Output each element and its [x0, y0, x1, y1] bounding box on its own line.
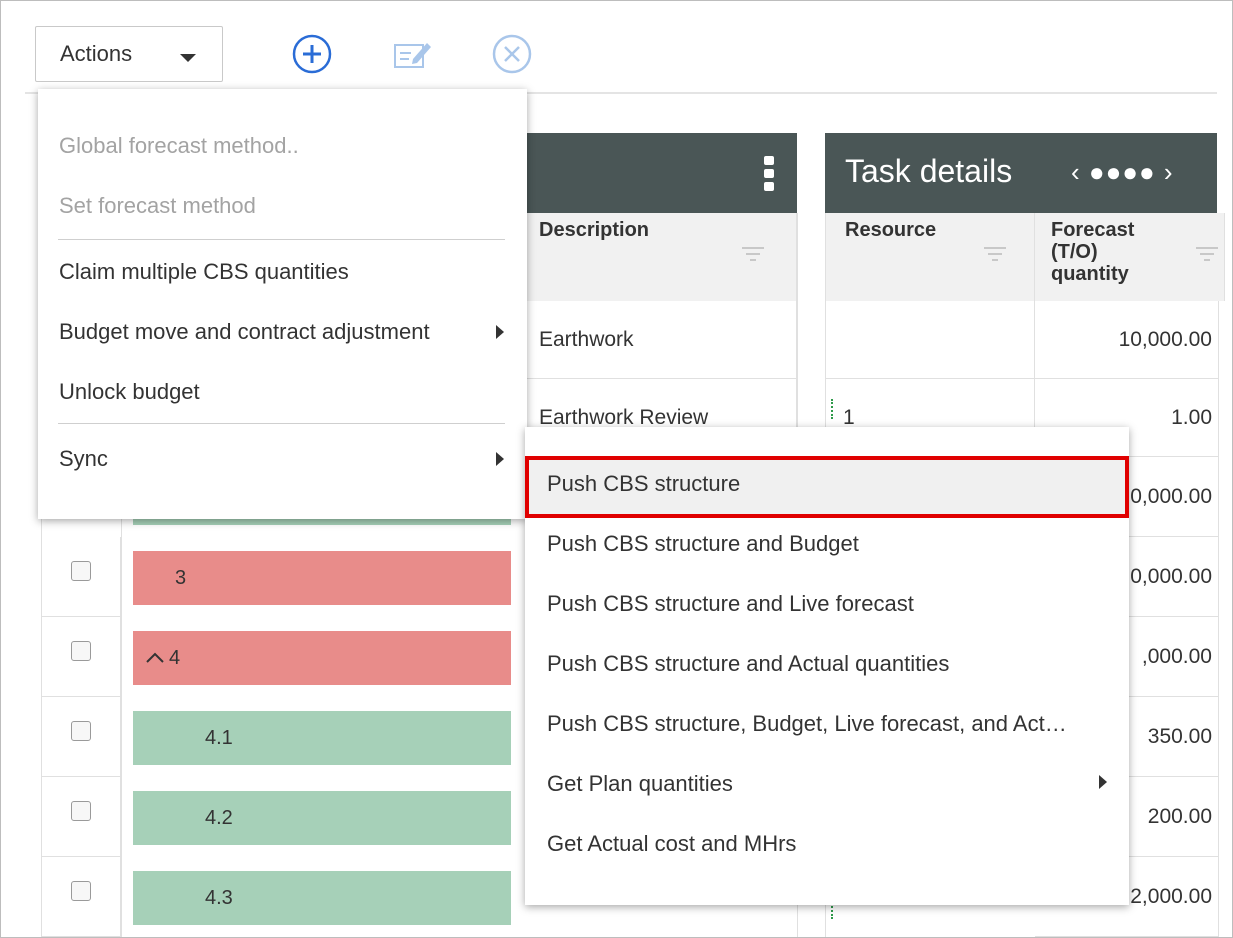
cbs-code: 4.2 — [205, 806, 233, 829]
submenu-arrow-icon — [496, 325, 504, 339]
menu-divider — [58, 239, 505, 240]
menu-item-label: Budget move and contract adjustment — [59, 319, 430, 344]
row-checkbox[interactable] — [71, 881, 91, 901]
column-header-description[interactable]: Description — [527, 213, 797, 301]
cbs-code: 4 — [169, 646, 181, 669]
cbs-row-bar[interactable]: 3 — [133, 551, 511, 605]
menu-item-get-plan-quantities[interactable]: Get Plan quantities — [525, 764, 1129, 804]
chevron-down-icon — [180, 54, 196, 62]
edit-note-icon[interactable] — [391, 33, 433, 75]
menu-item-global-forecast-method: Global forecast method.. — [59, 133, 299, 158]
actions-label: Actions — [60, 41, 133, 66]
menu-item-sync[interactable]: Sync — [38, 439, 527, 479]
menu-item-get-actual-cost[interactable]: Get Actual cost and MHrs — [525, 824, 1129, 864]
grid-line — [121, 517, 122, 937]
task-details-header: Task details ‹ ●●●● › — [825, 133, 1217, 213]
cbs-row-bar[interactable]: 4.3 — [133, 871, 511, 925]
cbs-row-bar[interactable]: 4 — [133, 631, 511, 685]
cancel-circle-icon[interactable] — [491, 33, 533, 75]
cbs-code: 3 — [175, 566, 187, 589]
menu-item-unlock-budget[interactable]: Unlock budget — [38, 372, 527, 412]
add-circle-icon[interactable] — [291, 33, 333, 75]
menu-item-label: Get Plan quantities — [547, 771, 733, 796]
menu-item-push-cbs-structure[interactable]: Push CBS structure — [525, 464, 1129, 504]
cbs-row-bar[interactable]: 4.2 — [133, 791, 511, 845]
cell-forecast[interactable]: 10,000.00 — [1035, 301, 1219, 379]
submenu-arrow-icon — [496, 452, 504, 466]
app-frame: Actions Task details ‹ ●●●● › Descriptio… — [0, 0, 1233, 938]
cell-description[interactable]: Earthwork — [527, 301, 797, 379]
column-label: Description — [539, 219, 650, 241]
chevron-up-icon[interactable] — [145, 652, 165, 664]
actions-menu: Global forecast method.. Set forecast me… — [38, 89, 527, 519]
cbs-code: 4.3 — [205, 886, 233, 909]
menu-item-push-cbs-live-forecast[interactable]: Push CBS structure and Live forecast — [525, 584, 1129, 624]
resource-marker — [831, 399, 835, 419]
column-header-forecast[interactable]: Forecast (T/O) quantity — [1035, 213, 1225, 301]
panel-pager[interactable]: ‹ ●●●● › — [1071, 157, 1174, 188]
kebab-menu-icon[interactable] — [763, 155, 775, 193]
actions-dropdown-button[interactable]: Actions — [35, 26, 223, 82]
grid-panel-header — [527, 133, 797, 213]
resource-value: 1 — [843, 405, 855, 429]
menu-item-budget-move[interactable]: Budget move and contract adjustment — [38, 312, 527, 352]
row-checkbox[interactable] — [71, 641, 91, 661]
row-checkbox[interactable] — [71, 721, 91, 741]
row-checkbox[interactable] — [71, 561, 91, 581]
menu-item-push-cbs-budget[interactable]: Push CBS structure and Budget — [525, 524, 1129, 564]
column-label: Resource — [845, 219, 937, 241]
row-checkbox[interactable] — [71, 801, 91, 821]
menu-item-claim-multiple-cbs[interactable]: Claim multiple CBS quantities — [38, 252, 527, 292]
filter-icon[interactable] — [983, 247, 1007, 261]
cbs-code: 4.1 — [205, 726, 233, 749]
submenu-arrow-icon — [1099, 775, 1107, 789]
column-header-resource[interactable]: Resource — [825, 213, 1035, 301]
menu-divider — [58, 423, 505, 424]
column-label: Forecast (T/O) quantity — [1051, 219, 1135, 285]
filter-icon[interactable] — [1195, 247, 1219, 261]
menu-item-push-cbs-actual-quantities[interactable]: Push CBS structure and Actual quantities — [525, 644, 1129, 684]
menu-item-label: Sync — [59, 446, 108, 471]
menu-item-push-cbs-all[interactable]: Push CBS structure, Budget, Live forecas… — [525, 704, 1129, 744]
task-details-title: Task details — [845, 153, 1013, 189]
filter-icon[interactable] — [741, 247, 765, 261]
cbs-row-bar[interactable]: 4.1 — [133, 711, 511, 765]
cell-resource[interactable] — [825, 301, 1035, 379]
menu-item-set-forecast-method: Set forecast method — [59, 193, 256, 218]
